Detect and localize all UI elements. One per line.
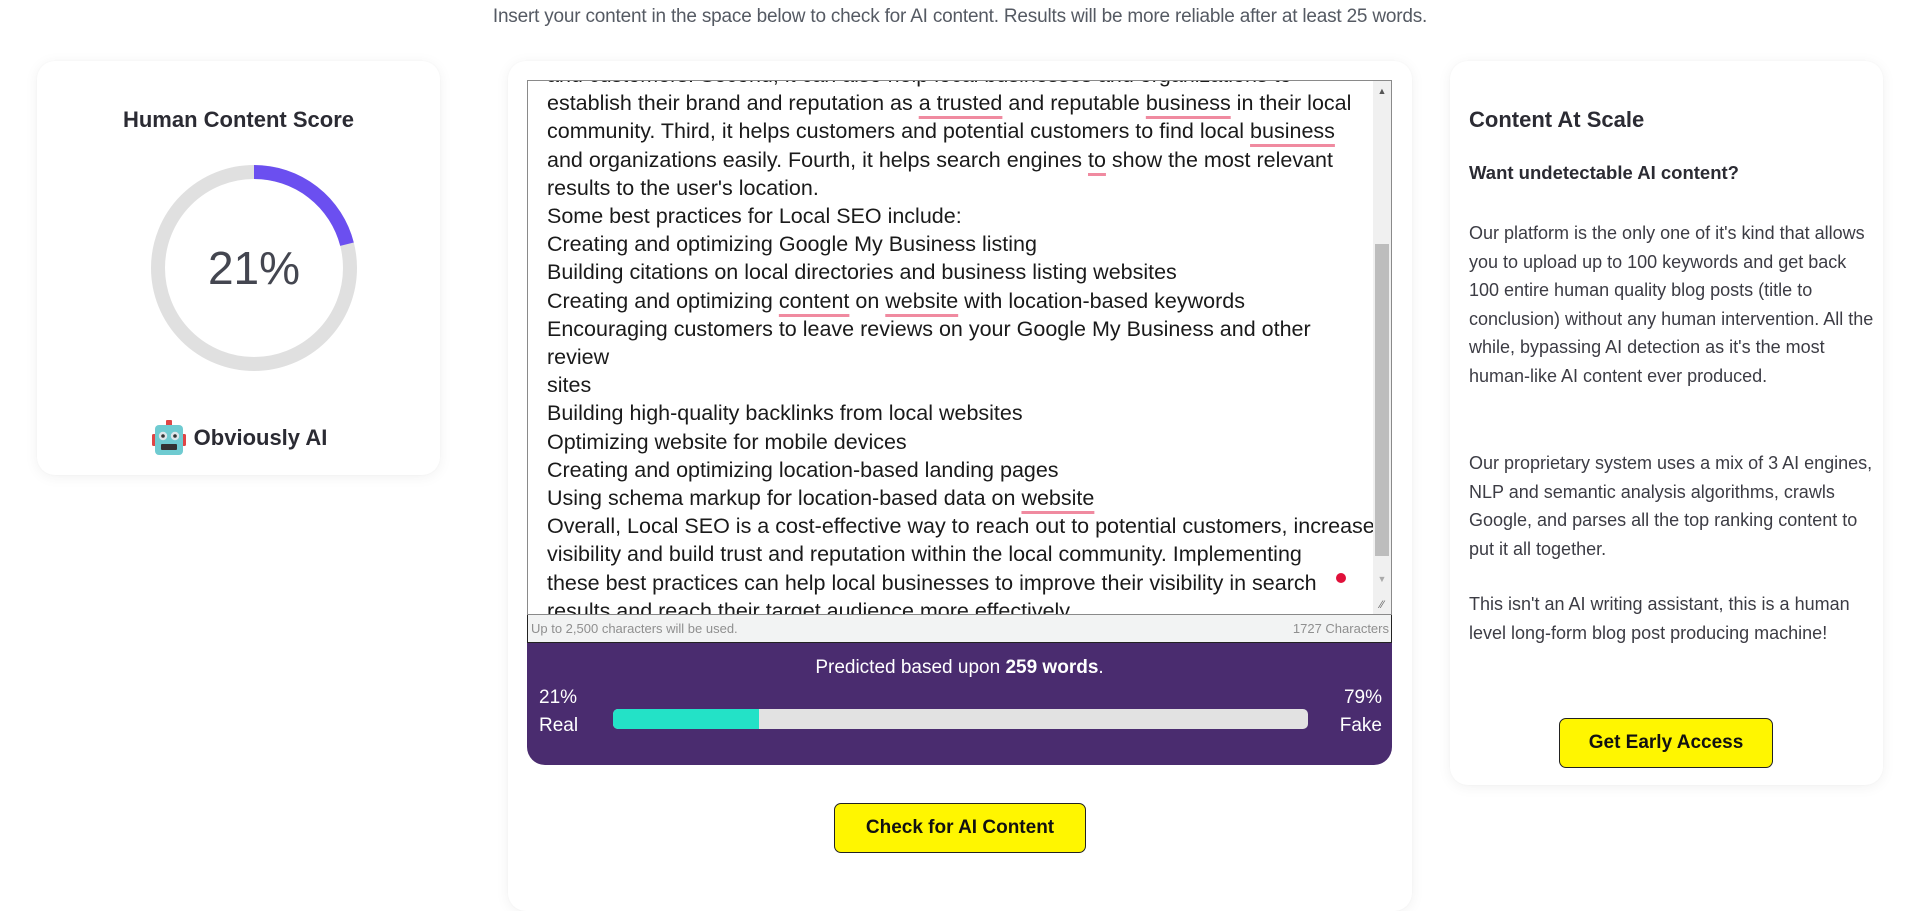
content-line: sites: [547, 371, 1377, 399]
robot-face-icon: [151, 420, 186, 455]
real-score: 21% Real: [539, 684, 578, 740]
content-line: Overall, Local SEO is a cost-effective w…: [547, 512, 1377, 540]
content-segment: Creating and optimizing: [547, 288, 779, 313]
content-line: results and reach their target audience …: [547, 597, 1377, 615]
content-segment: and organizations easily. Fourth, it hel…: [547, 147, 1088, 172]
resize-handle-icon[interactable]: ⁄⁄: [1374, 597, 1390, 613]
promo-paragraph-1: Our platform is the only one of it's kin…: [1469, 223, 1874, 386]
character-limit-note: Up to 2,500 characters will be used.: [531, 621, 738, 636]
content-segment: sites: [547, 373, 592, 398]
verdict-label: Obviously AI: [193, 425, 328, 450]
content-segment: on: [849, 288, 886, 313]
flagged-word: website: [885, 288, 959, 313]
check-ai-content-button[interactable]: Check for AI Content: [834, 803, 1086, 853]
promo-card: Content At Scale Want undetectable AI co…: [1450, 61, 1883, 785]
flagged-word: business: [1250, 119, 1335, 144]
content-segment: show the most relevant: [1105, 147, 1333, 172]
fake-score: 79% Fake: [1340, 684, 1382, 740]
content-line: these best practices can help local busi…: [547, 569, 1377, 597]
predicted-summary: Predicted based upon 259 words.: [527, 657, 1392, 679]
flagged-word: content: [778, 288, 850, 313]
content-segment: establish their brand and reputation as: [547, 91, 919, 116]
real-fake-bar: [613, 709, 1308, 729]
content-line: results to the user's location.: [547, 174, 1377, 202]
verdict: Obviously AI: [37, 419, 440, 457]
content-segment: Building high-quality backlinks from loc…: [547, 401, 1023, 426]
predicted-word-count: 259 words: [1005, 657, 1099, 678]
content-line: establish their brand and reputation as …: [547, 89, 1377, 117]
promo-title: Content At Scale: [1469, 107, 1645, 132]
predicted-suffix: .: [1098, 657, 1104, 678]
content-line: Creating and optimizing content on websi…: [547, 287, 1377, 315]
content-line: Some best practices for Local SEO includ…: [547, 202, 1377, 230]
get-early-access-button[interactable]: Get Early Access: [1559, 718, 1773, 768]
prediction-panel: Predicted based upon 259 words. 21% Real…: [527, 643, 1392, 765]
fake-percent: 79%: [1343, 687, 1382, 708]
score-title: Human Content Score: [122, 107, 355, 132]
scroll-down-arrow-icon[interactable]: ▼: [1373, 571, 1391, 587]
content-segment: with location-based keywords: [958, 288, 1245, 313]
content-line: Building high-quality backlinks from loc…: [547, 399, 1377, 427]
scrollbar-thumb[interactable]: [1375, 244, 1389, 556]
flagged-word: a trusted: [918, 91, 1003, 116]
content-line: Optimizing website for mobile devices: [547, 428, 1377, 456]
content-segment: Using schema markup for location-based d…: [547, 486, 1022, 511]
promo-subtitle: Want undetectable AI content?: [1469, 162, 1739, 183]
flagged-word: to: [1088, 147, 1106, 172]
character-count: 1727 Characters: [1292, 621, 1389, 636]
content-segment: and customers. Second, it can also help …: [547, 81, 1292, 87]
real-percent: 21%: [539, 687, 578, 708]
content-segment: community. Third, it helps customers and…: [547, 119, 1251, 144]
promo-paragraph-3: This isn't an AI writing assistant, this…: [1469, 594, 1850, 643]
content-line: Building citations on local directories …: [547, 258, 1377, 286]
human-score-card: Human Content Score 21% Obviously AI: [37, 61, 440, 475]
content-segment: Optimizing website for mobile devices: [547, 429, 907, 454]
content-line: Creating and optimizing location-based l…: [547, 456, 1377, 484]
content-line: community. Third, it helps customers and…: [547, 117, 1377, 145]
content-segment: visibility and build trust and reputatio…: [547, 542, 1302, 567]
fake-label: Fake: [1339, 715, 1382, 736]
content-segment: Building citations on local directories …: [547, 260, 1177, 285]
content-line: visibility and build trust and reputatio…: [547, 540, 1377, 568]
content-line: Using schema markup for location-based d…: [547, 484, 1377, 512]
real-bar-fill: [613, 709, 759, 729]
content-segment: results and reach their target audience …: [547, 598, 1075, 615]
content-line: Encouraging customers to leave reviews o…: [547, 315, 1377, 371]
content-line: and customers. Second, it can also help …: [547, 81, 1377, 89]
content-segment: Encouraging customers to leave reviews o…: [547, 316, 1311, 370]
intro-instructions: Insert your content in the space below t…: [492, 6, 1428, 27]
content-segment: Creating and optimizing Google My Busine…: [547, 232, 1037, 257]
content-segment: results to the user's location.: [547, 175, 819, 200]
textarea-scrollbar[interactable]: ▲ ▼: [1373, 81, 1391, 614]
real-label: Real: [539, 715, 579, 736]
flagged-word: business: [1145, 91, 1231, 116]
promo-paragraph-2: Our proprietary system uses a mix of 3 A…: [1469, 453, 1873, 559]
content-textarea[interactable]: and customers. Second, it can also help …: [527, 80, 1392, 615]
score-value: 21%: [207, 242, 301, 294]
content-text[interactable]: and customers. Second, it can also help …: [547, 81, 1377, 615]
content-segment: these best practices can help local busi…: [547, 570, 1317, 595]
predicted-prefix: Predicted based upon: [815, 657, 1006, 678]
recording-indicator-icon: [1336, 573, 1346, 583]
flagged-word: website: [1021, 486, 1095, 511]
content-line: Creating and optimizing Google My Busine…: [547, 230, 1377, 258]
content-segment: Creating and optimizing location-based l…: [547, 457, 1059, 482]
content-segment: Overall, Local SEO is a cost-effective w…: [547, 514, 1375, 539]
content-segment: and reputable: [1002, 91, 1146, 116]
score-ring: 21%: [151, 165, 357, 371]
content-segment: Some best practices for Local SEO includ…: [547, 204, 962, 229]
scroll-up-arrow-icon[interactable]: ▲: [1373, 83, 1391, 99]
editor-footer: Up to 2,500 characters will be used. 172…: [527, 615, 1392, 643]
content-line: and organizations easily. Fourth, it hel…: [547, 146, 1377, 174]
content-segment: in their local: [1230, 91, 1352, 116]
